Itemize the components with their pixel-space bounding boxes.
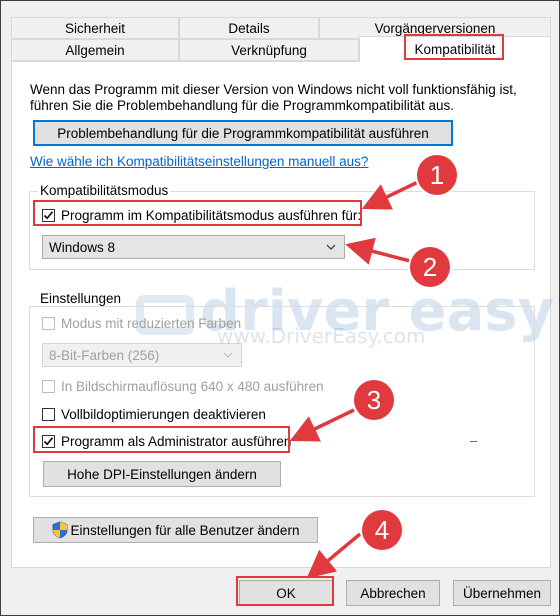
badge-number: 4 [374, 514, 390, 545]
arrow-3 [289, 408, 355, 442]
badge-4: 4 [362, 510, 402, 550]
badge-2: 2 [410, 247, 450, 287]
badge-1: 1 [417, 155, 457, 195]
badge-number: 3 [366, 384, 382, 415]
arrow-2 [345, 237, 415, 265]
badge-number: 2 [422, 251, 438, 282]
badge-number: 1 [429, 159, 445, 190]
annotation-box-tab [404, 34, 504, 60]
arrow-4 [306, 532, 362, 579]
arrow-1 [361, 180, 419, 210]
annotation-arrows [289, 180, 419, 579]
badge-3: 3 [354, 380, 394, 420]
